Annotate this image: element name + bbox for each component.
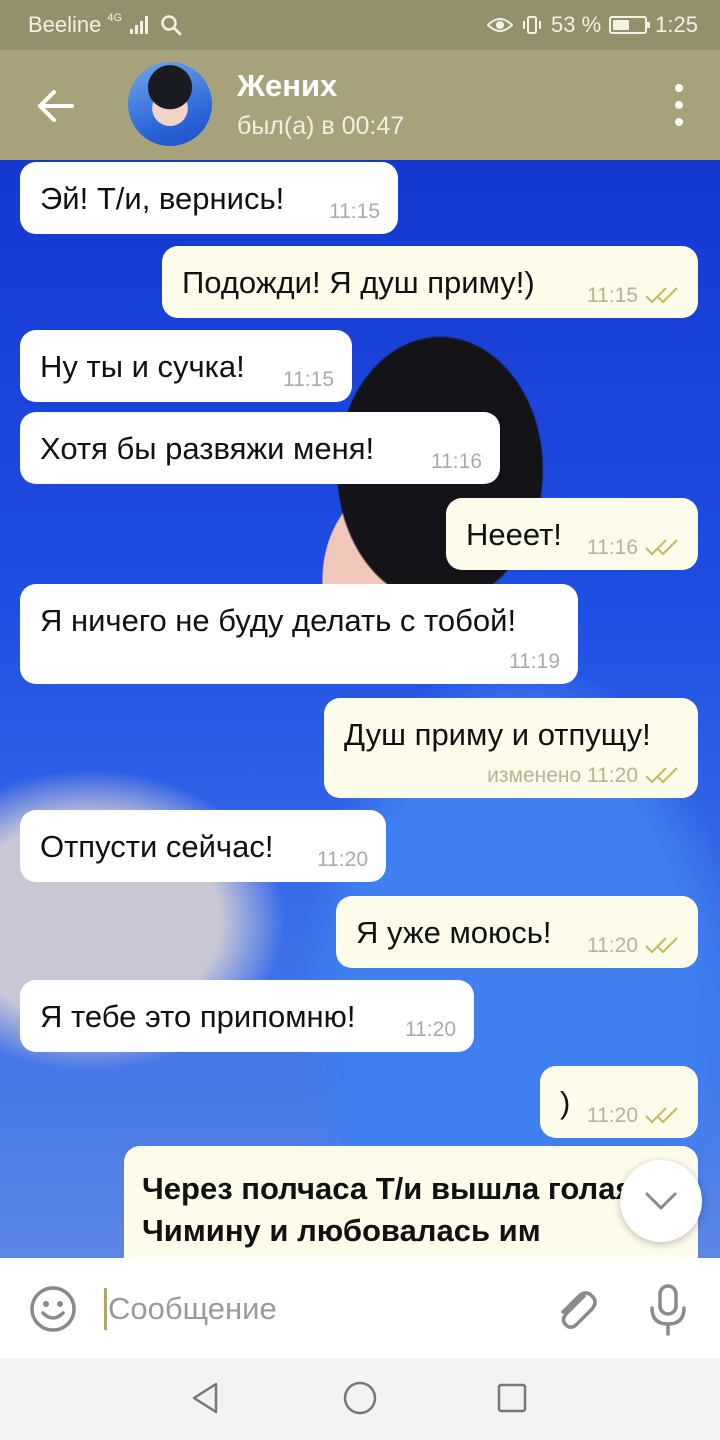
message-incoming[interactable]: Ну ты и сучка! 11:15 [20, 330, 352, 402]
system-navigation-bar [0, 1358, 720, 1440]
message-list[interactable]: Эй! Т/и, вернись! 11:15 Подожди! Я душ п… [0, 160, 720, 1258]
message-time: 11:19 [509, 649, 560, 673]
chevron-down-icon [645, 1192, 677, 1210]
contact-name[interactable]: Жених [237, 68, 337, 104]
nav-home-circle-icon[interactable] [342, 1380, 378, 1416]
message-incoming[interactable]: Хотя бы развяжи меня! 11:16 [20, 412, 500, 484]
message-text: Отпусти сейчас! [40, 829, 274, 864]
last-seen-status: был(а) в 00:47 [237, 112, 405, 140]
message-time: 11:20 [587, 933, 680, 958]
message-time: 11:15 [283, 367, 334, 391]
message-time: 11:20 [587, 1103, 680, 1128]
message-text: Эй! Т/и, вернись! [40, 181, 285, 216]
chat-header: Жених был(а) в 00:47 [0, 50, 720, 160]
message-time: 11:20 [405, 1017, 456, 1041]
double-check-icon [645, 937, 678, 954]
paperclip-icon[interactable] [552, 1284, 600, 1334]
status-bar: Beeline 4G 53 % 1:25 [0, 0, 720, 50]
message-text: ) [560, 1085, 571, 1120]
message-time: 11:15 [587, 283, 680, 308]
double-check-icon [645, 767, 678, 784]
message-text: Душ приму и отпущу! [344, 717, 651, 752]
double-check-icon [645, 539, 678, 556]
nav-recent-square-icon[interactable] [496, 1382, 528, 1414]
message-compose-bar [0, 1258, 720, 1358]
message-incoming[interactable]: Я ничего не буду делать с тобой! 11:19 [20, 584, 578, 684]
message-text: Нееет! [466, 517, 562, 552]
smiley-icon[interactable] [28, 1284, 78, 1334]
battery-icon [609, 16, 651, 34]
message-time: 11:16 [431, 449, 482, 473]
more-menu-icon[interactable] [672, 84, 686, 126]
message-text: Ну ты и сучка! [40, 349, 245, 384]
message-incoming[interactable]: Эй! Т/и, вернись! 11:15 [20, 162, 398, 234]
signal-icon [130, 16, 149, 34]
message-incoming[interactable]: Я тебе это припомню! 11:20 [20, 980, 474, 1052]
message-outgoing[interactable]: Душ приму и отпущу! изменено 11:20 [324, 698, 698, 798]
message-time: 11:16 [587, 535, 680, 560]
avatar[interactable] [128, 62, 212, 146]
message-text: Я ничего не буду делать с тобой! [40, 603, 517, 638]
message-text: Я уже моюсь! [356, 915, 552, 950]
carrier-name: Beeline [28, 12, 102, 37]
double-check-icon [645, 1107, 678, 1124]
message-text: Хотя бы развяжи меня! [40, 431, 375, 466]
search-icon [161, 15, 182, 36]
message-incoming[interactable]: Отпусти сейчас! 11:20 [20, 810, 386, 882]
arrow-left-icon[interactable] [32, 82, 80, 130]
text-cursor [104, 1288, 107, 1330]
message-outgoing[interactable]: ) 11:20 [540, 1066, 698, 1138]
status-left: Beeline 4G [28, 12, 182, 38]
message-text: Через полчаса Т/и вышла голая к Чимину и… [142, 1171, 658, 1248]
scroll-to-bottom-button[interactable] [620, 1160, 702, 1242]
message-text: Я тебе это припомню! [40, 999, 356, 1034]
clock: 1:25 [655, 12, 698, 37]
eye-icon [487, 18, 514, 32]
vibrate-icon [523, 16, 542, 34]
message-outgoing[interactable]: Нееет! 11:16 [446, 498, 698, 570]
microphone-icon[interactable] [644, 1282, 692, 1338]
double-check-icon [645, 287, 678, 304]
status-right: 53 % 1:25 [487, 12, 698, 38]
message-outgoing[interactable]: Подожди! Я душ приму!) 11:15 [162, 246, 698, 318]
battery-percent: 53 % [551, 12, 602, 37]
message-time: 11:20 [317, 847, 368, 871]
message-outgoing[interactable]: Я уже моюсь! 11:20 [336, 896, 698, 968]
message-input[interactable] [108, 1286, 528, 1332]
network-type: 4G [107, 12, 123, 24]
message-time: 11:15 [329, 199, 380, 223]
message-time: изменено 11:20 [487, 763, 680, 788]
message-text: Подожди! Я душ приму!) [182, 265, 535, 300]
message-outgoing-long[interactable]: Через полчаса Т/и вышла голая к Чимину и… [124, 1146, 698, 1258]
nav-back-triangle-icon[interactable] [188, 1380, 224, 1416]
